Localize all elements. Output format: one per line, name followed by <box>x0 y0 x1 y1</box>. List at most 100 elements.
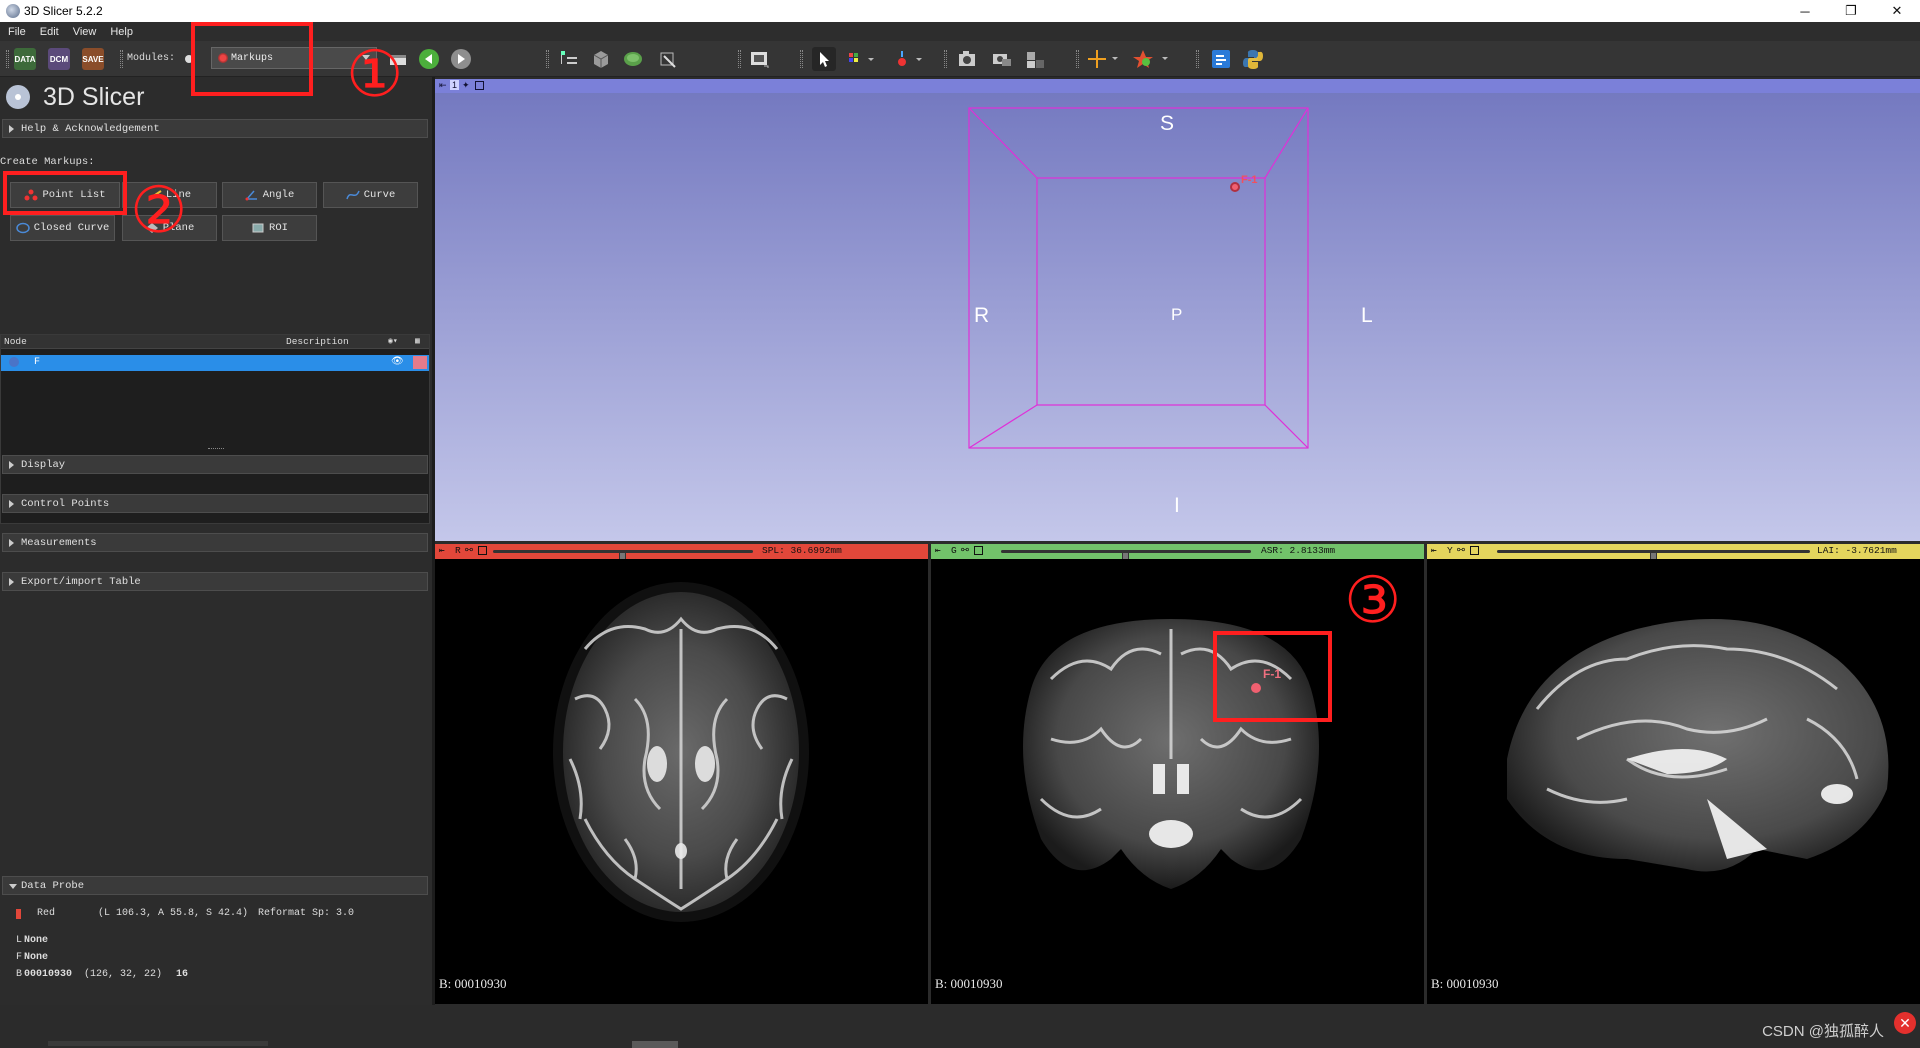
watermark-text: CSDN @独孤醉人 <box>1762 1023 1884 1040</box>
menu-help[interactable]: Help <box>110 26 133 38</box>
color-column-icon[interactable]: ▦ <box>415 336 420 346</box>
view-tab[interactable]: 1 <box>450 80 460 90</box>
roi-label: ROI <box>269 222 288 234</box>
crosshair-button[interactable] <box>956 47 980 71</box>
pin-icon[interactable]: ⇤ <box>439 80 447 91</box>
maximize-view-icon[interactable] <box>478 546 487 555</box>
models-module-button[interactable] <box>622 47 644 71</box>
point-list-icon <box>24 189 38 201</box>
slice-offset-slider[interactable] <box>1001 550 1251 563</box>
help-section-header[interactable]: Help & Acknowledgement <box>2 119 428 138</box>
transforms-module-button[interactable] <box>656 47 678 71</box>
brain-icon <box>624 52 642 66</box>
data-probe-header[interactable]: Data Probe <box>2 876 428 895</box>
angle-button[interactable]: Angle <box>222 182 317 208</box>
toolbar-grip[interactable] <box>546 50 549 68</box>
visibility-column-icon[interactable]: ◉▾ <box>388 336 398 346</box>
maximize-view-icon[interactable] <box>475 81 484 90</box>
description-column-header[interactable]: Description <box>286 336 349 347</box>
expand-arrow-icon <box>9 125 14 133</box>
eye-icon[interactable]: 👁 <box>391 356 404 368</box>
scene-view-button[interactable] <box>1024 47 1048 71</box>
angle-icon <box>245 190 257 201</box>
probe-layer-key: L <box>16 935 23 946</box>
minimize-button[interactable]: ─ <box>1782 0 1828 22</box>
closed-curve-button[interactable]: Closed Curve <box>10 215 115 241</box>
close-badge-icon[interactable]: ✕ <box>1894 1012 1916 1034</box>
control-point-label: F-1 <box>1263 667 1281 681</box>
yellow-slice-view[interactable]: B: 00010930 <box>1427 559 1920 1004</box>
crosshair-toggle-button[interactable] <box>1086 47 1120 71</box>
load-data-button[interactable]: DATA <box>14 47 36 71</box>
screenshot-button[interactable] <box>748 47 772 71</box>
volumes-module-button[interactable] <box>590 47 612 71</box>
control-point-marker[interactable] <box>1230 182 1240 192</box>
slice-offset-slider[interactable] <box>493 550 753 563</box>
module-search-icon[interactable] <box>185 55 193 63</box>
slicer-app-icon <box>6 4 20 18</box>
pin-icon[interactable]: ⇤ <box>439 545 445 556</box>
display-section-header[interactable]: Display <box>2 455 428 474</box>
slice-readout: LAI: -3.7621mm <box>1817 545 1897 556</box>
close-button[interactable]: ✕ <box>1874 0 1920 22</box>
extensions-button[interactable] <box>1132 47 1172 71</box>
export-import-section-header[interactable]: Export/import Table <box>2 572 428 591</box>
control-points-section-label: Control Points <box>21 497 110 510</box>
node-color-swatch[interactable] <box>413 356 427 369</box>
toolbar-grip[interactable] <box>6 50 9 68</box>
point-list-button[interactable]: Point List <box>10 182 120 208</box>
toolbar-grip[interactable] <box>738 50 741 68</box>
green-slice-controller: ⇤ G ⚯ ASR: 2.8133mm <box>931 544 1424 563</box>
toolbar-grip[interactable] <box>800 50 803 68</box>
data-module-button[interactable] <box>558 47 580 71</box>
mouse-select-button[interactable] <box>812 47 836 71</box>
3d-view[interactable]: S R P L I F-1 <box>435 80 1920 541</box>
menu-file[interactable]: File <box>8 26 26 38</box>
place-mode-button[interactable] <box>846 47 876 71</box>
pin-icon[interactable]: ⇤ <box>1431 545 1437 556</box>
link-icon[interactable]: ⚯ <box>465 545 473 556</box>
expand-arrow-icon <box>9 500 14 508</box>
toolbar-grip[interactable] <box>120 50 123 68</box>
sagittal-brain-image <box>1507 619 1889 872</box>
extension-manager-button[interactable] <box>1210 47 1234 71</box>
measurements-section-header[interactable]: Measurements <box>2 533 428 552</box>
slice-offset-slider[interactable] <box>1497 550 1810 563</box>
save-button[interactable]: SAVE <box>82 47 104 71</box>
capture-icon <box>751 52 769 68</box>
toolbar-grip[interactable] <box>1196 50 1199 68</box>
forward-arrow-icon <box>451 49 471 69</box>
back-button[interactable] <box>418 47 440 71</box>
red-slice-view[interactable]: B: 00010930 <box>435 559 928 1004</box>
measurements-section-label: Measurements <box>21 536 97 549</box>
splitter-handle[interactable] <box>208 448 224 450</box>
forward-button[interactable] <box>450 47 472 71</box>
window-title: 3D Slicer 5.2.2 <box>24 4 103 18</box>
maximize-view-icon[interactable] <box>974 546 983 555</box>
curve-button[interactable]: Curve <box>323 182 418 208</box>
maximize-button[interactable]: ❐ <box>1828 0 1874 22</box>
place-point-button[interactable] <box>894 47 924 71</box>
module-panel: 3D Slicer Help & Acknowledgement Create … <box>0 77 432 1005</box>
menu-edit[interactable]: Edit <box>40 26 59 38</box>
table-row[interactable]: F 👁 <box>1 355 429 371</box>
roi-icon <box>252 223 264 233</box>
link-icon[interactable]: ⚯ <box>961 545 969 556</box>
export-import-section-label: Export/import Table <box>21 575 141 588</box>
node-column-header[interactable]: Node <box>4 336 27 347</box>
toolbar-grip[interactable] <box>944 50 947 68</box>
curve-icon <box>346 190 360 200</box>
center-view-icon[interactable]: ✦ <box>462 80 470 91</box>
roi-button[interactable]: ROI <box>222 215 317 241</box>
expand-arrow-icon <box>9 461 14 469</box>
dicom-button[interactable]: DCM <box>48 47 70 71</box>
link-icon[interactable]: ⚯ <box>1457 545 1465 556</box>
maximize-view-icon[interactable] <box>1470 546 1479 555</box>
menu-view[interactable]: View <box>73 26 97 38</box>
pin-icon[interactable]: ⇤ <box>935 545 941 556</box>
toolbar-grip[interactable] <box>1076 50 1079 68</box>
control-points-section-header[interactable]: Control Points <box>2 494 428 513</box>
layout-button[interactable] <box>990 47 1014 71</box>
python-console-button[interactable] <box>1242 47 1266 71</box>
annotation-number-three: ③ <box>1344 564 1402 636</box>
